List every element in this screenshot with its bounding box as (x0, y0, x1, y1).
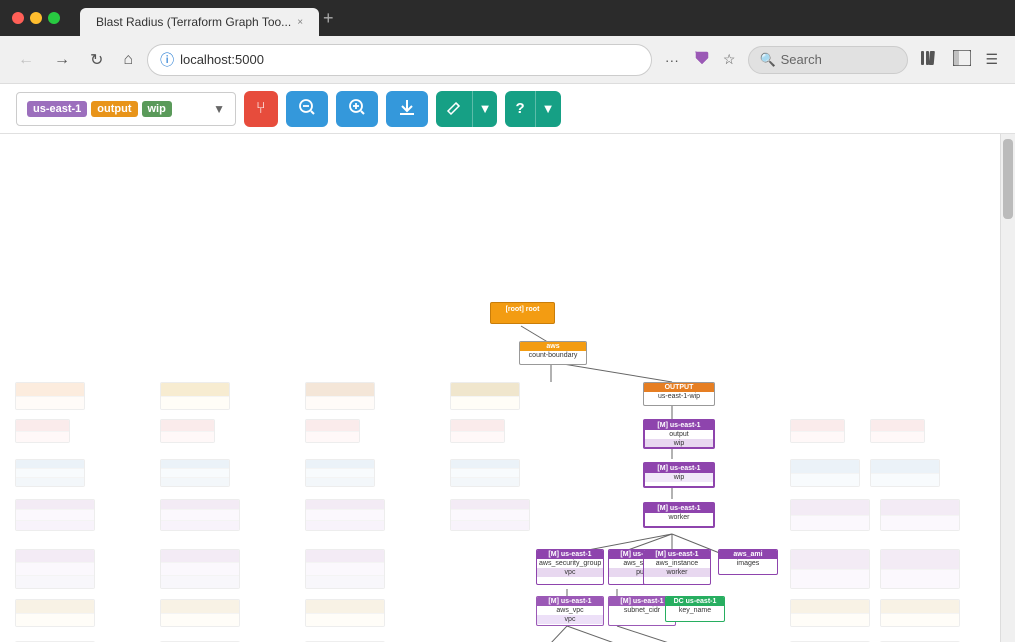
bg-node (880, 549, 960, 589)
bg-node (305, 599, 385, 627)
bg-node (160, 459, 230, 487)
main-content: [root] root aws count-boundary OUTPUT us… (0, 134, 1015, 642)
graph-area[interactable]: [root] root aws count-boundary OUTPUT us… (0, 134, 1000, 642)
bg-node (790, 599, 870, 627)
bg-node (15, 599, 95, 627)
git-icon: ⑂ (256, 100, 266, 118)
images-node[interactable]: aws_ami images (718, 549, 778, 575)
edit-dropdown[interactable]: ▼ (436, 91, 498, 127)
edit-icon (446, 99, 462, 118)
edit-button-main[interactable] (436, 91, 472, 127)
navbar: ← → ↻ ⌂ ⓘ localhost:5000 ··· ☆ 🔍 Search … (0, 36, 1015, 84)
bg-node (790, 499, 870, 531)
reload-button[interactable]: ↻ (84, 44, 109, 76)
bg-node (790, 549, 870, 589)
traffic-lights (12, 12, 60, 24)
bg-node (450, 459, 520, 487)
address-text: localhost:5000 (180, 52, 639, 67)
bg-node (790, 459, 860, 487)
bg-node (305, 499, 385, 531)
nav-actions: ··· ☆ (660, 45, 741, 74)
key-name-node[interactable]: DC us-east-1 key_name (665, 596, 725, 622)
scrollbar-thumb[interactable] (1003, 139, 1013, 219)
bg-node (450, 499, 530, 531)
search-icon: 🔍 (759, 52, 775, 68)
bg-node (15, 499, 95, 531)
zoom-in-button[interactable] (336, 91, 378, 127)
bg-node (450, 419, 505, 443)
module-output-node[interactable]: [M] us-east-1 output wip (643, 419, 715, 449)
bg-node (450, 382, 520, 410)
bg-node (15, 382, 85, 410)
help-dropdown[interactable]: ? ▼ (505, 91, 560, 127)
output-node[interactable]: OUTPUT us-east-1-wip (643, 382, 715, 406)
titlebar: Blast Radius (Terraform Graph Too... × + (0, 0, 1015, 36)
bg-node (160, 549, 240, 589)
tab-label: Blast Radius (Terraform Graph Too... (96, 15, 291, 29)
bg-node (160, 419, 215, 443)
root-node[interactable]: [root] root (490, 302, 555, 324)
bg-node (305, 549, 385, 589)
search-label: Search (781, 52, 822, 67)
instance-node[interactable]: [M] us-east-1 aws_instance worker (643, 549, 711, 585)
help-icon: ? (515, 100, 524, 117)
tab-close-button[interactable]: × (297, 17, 303, 28)
active-tab[interactable]: Blast Radius (Terraform Graph Too... × (80, 8, 319, 36)
edit-dropdown-arrow[interactable]: ▼ (472, 91, 498, 127)
download-icon (398, 98, 416, 119)
bg-node (160, 599, 240, 627)
bg-node (305, 419, 360, 443)
bg-node (15, 419, 70, 443)
bg-node (15, 459, 85, 487)
tag-wip: wip (142, 101, 172, 117)
menu-button[interactable]: ☰ (980, 46, 1003, 73)
scrollbar[interactable] (1000, 134, 1015, 642)
minimize-button[interactable] (30, 12, 42, 24)
home-button[interactable]: ⌂ (117, 45, 139, 75)
selector-dropdown[interactable]: us-east-1 output wip ▼ (16, 92, 236, 126)
bg-node (790, 419, 845, 443)
aws-count-boundary-node[interactable]: aws count-boundary (519, 341, 587, 365)
security-group-node[interactable]: [M] us-east-1 aws_security_group vpc (536, 549, 604, 585)
bg-node (160, 499, 240, 531)
zoom-out-button[interactable] (286, 91, 328, 127)
zoom-out-icon (298, 98, 316, 119)
git-button[interactable]: ⑂ (244, 91, 278, 127)
bg-node (880, 499, 960, 531)
back-button[interactable]: ← (12, 45, 40, 75)
tab-bar: Blast Radius (Terraform Graph Too... × + (80, 4, 334, 32)
bg-node (880, 599, 960, 627)
bg-node (870, 419, 925, 443)
address-bar[interactable]: ⓘ localhost:5000 (147, 44, 652, 76)
bg-node (870, 459, 940, 487)
right-nav: ☰ (916, 45, 1003, 74)
new-tab-button[interactable]: + (323, 9, 334, 27)
toolbar: us-east-1 output wip ▼ ⑂ (0, 84, 1015, 134)
aws-vpc-node[interactable]: [M] us-east-1 aws_vpc vpc (536, 596, 604, 626)
bg-node (160, 382, 230, 410)
maximize-button[interactable] (48, 12, 60, 24)
dropdown-arrow: ▼ (213, 102, 225, 116)
tag-region: us-east-1 (27, 101, 87, 117)
security-icon: ⓘ (160, 50, 174, 70)
search-bar[interactable]: 🔍 Search (748, 46, 908, 74)
sidebar-button[interactable] (948, 45, 976, 74)
pocket-button[interactable] (688, 45, 714, 74)
module-worker-node[interactable]: [M] us-east-1 worker (643, 502, 715, 528)
bg-node (305, 382, 375, 410)
library-button[interactable] (916, 45, 944, 74)
bg-node (15, 549, 95, 589)
more-button[interactable]: ··· (660, 47, 684, 73)
zoom-in-icon (348, 98, 366, 119)
help-button-main[interactable]: ? (505, 91, 534, 127)
bookmark-button[interactable]: ☆ (718, 46, 741, 73)
close-button[interactable] (12, 12, 24, 24)
download-button[interactable] (386, 91, 428, 127)
module-wip-node[interactable]: [M] us-east-1 wip (643, 462, 715, 488)
bg-node (305, 459, 375, 487)
help-dropdown-arrow[interactable]: ▼ (535, 91, 561, 127)
tag-output: output (91, 101, 137, 117)
forward-button[interactable]: → (48, 45, 76, 75)
